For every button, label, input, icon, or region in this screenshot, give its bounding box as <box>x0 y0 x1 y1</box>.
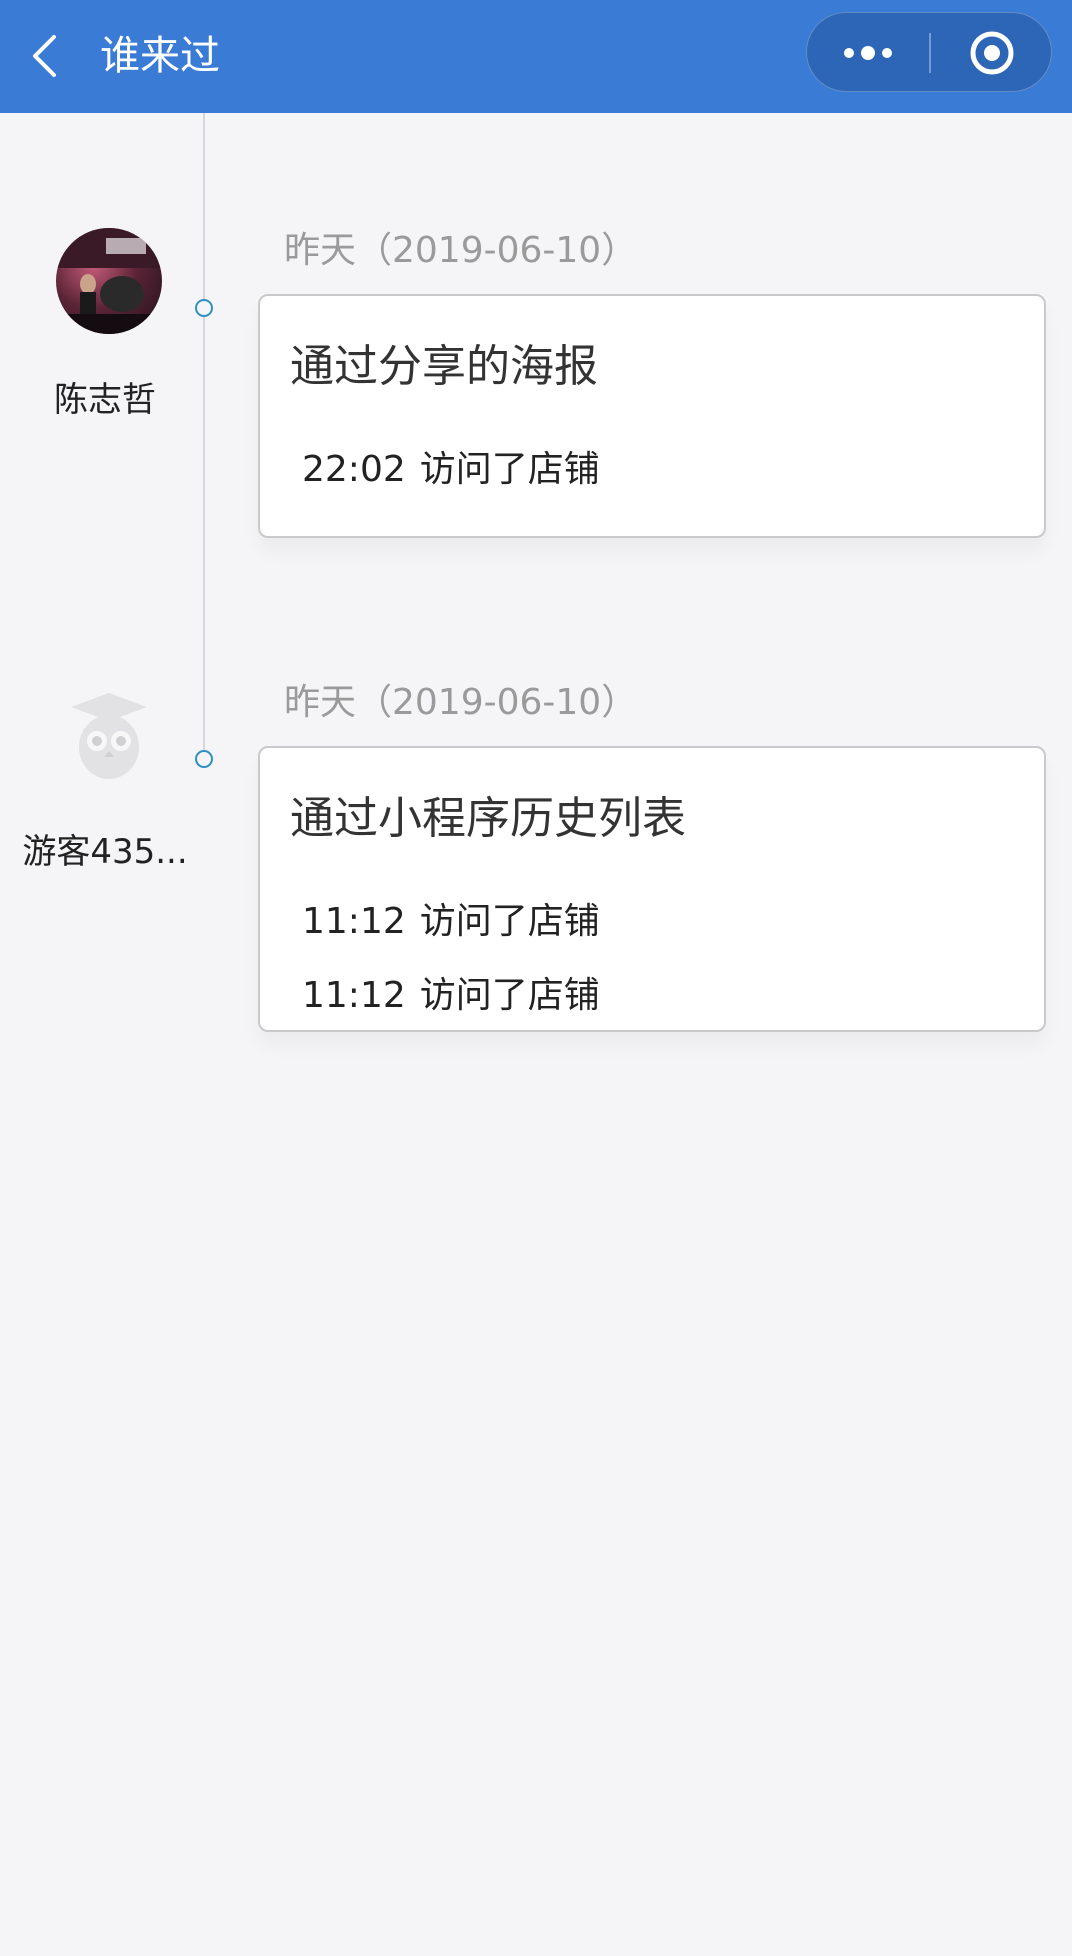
more-button[interactable] <box>807 13 929 93</box>
visit-action: 访问了店铺 <box>419 975 600 1016</box>
close-button[interactable] <box>931 13 1053 93</box>
visit-time: 22:02 <box>302 449 406 490</box>
mini-program-capsule <box>806 12 1052 92</box>
visitor-name: 陈志哲 <box>54 380 156 420</box>
visit-record: 11:12 访问了店铺 <box>302 892 600 944</box>
target-close-icon <box>970 31 1014 75</box>
user-photo-icon <box>56 228 162 334</box>
back-button[interactable] <box>22 28 66 84</box>
page-title: 谁来过 <box>100 33 220 79</box>
visit-time: 11:12 <box>302 901 406 942</box>
visit-source: 通过分享的海报 <box>290 341 598 392</box>
owl-guest-icon <box>71 693 147 779</box>
visit-source: 通过小程序历史列表 <box>290 793 686 844</box>
timeline-line <box>203 113 205 763</box>
visitor-name: 游客435... <box>22 832 188 872</box>
visit-record: 22:02 访问了店铺 <box>302 440 600 492</box>
visit-card[interactable]: 通过小程序历史列表 11:12 访问了店铺 11:12 访问了店铺 <box>258 746 1046 1032</box>
avatar[interactable] <box>56 228 162 334</box>
visit-card[interactable]: 通过分享的海报 22:02 访问了店铺 <box>258 294 1046 538</box>
chevron-left-icon <box>33 35 56 77</box>
timeline-dot <box>195 750 213 768</box>
visit-date: 昨天（2019-06-10） <box>284 230 638 271</box>
timeline-dot <box>195 299 213 317</box>
visit-record: 11:12 访问了店铺 <box>302 966 600 1018</box>
navigation-bar: 谁来过 <box>0 0 1072 113</box>
visit-action: 访问了店铺 <box>419 449 600 490</box>
visit-date: 昨天（2019-06-10） <box>284 682 638 723</box>
visit-action: 访问了店铺 <box>419 901 600 942</box>
more-dots-icon <box>844 46 892 60</box>
avatar[interactable] <box>56 683 162 789</box>
visit-time: 11:12 <box>302 975 406 1016</box>
